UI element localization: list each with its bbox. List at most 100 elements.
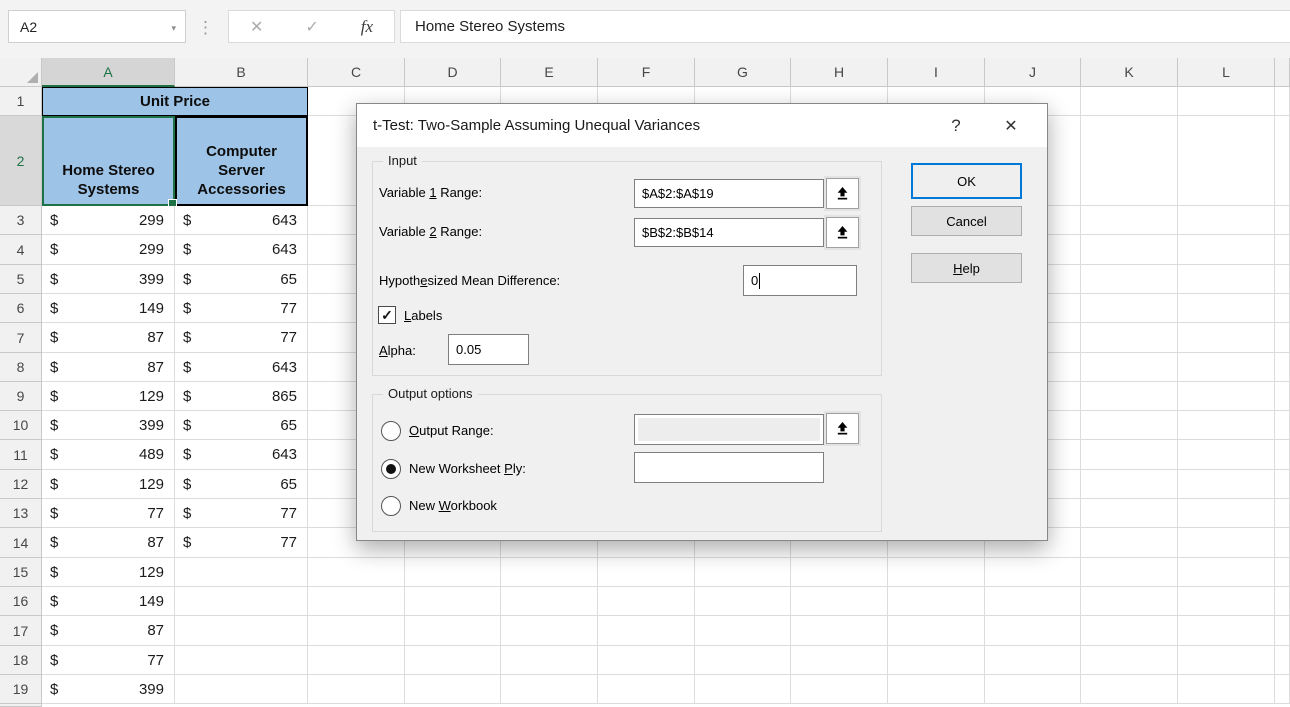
cell-b14[interactable]: $77 [175, 528, 308, 558]
row-header-4[interactable]: 4 [0, 235, 42, 265]
cell[interactable] [175, 558, 308, 587]
cell-b3[interactable]: $643 [175, 206, 308, 235]
cell[interactable] [791, 646, 888, 675]
cell[interactable] [501, 646, 598, 675]
cell[interactable] [501, 616, 598, 646]
row-header-7[interactable]: 7 [0, 323, 42, 353]
cell[interactable] [1178, 616, 1275, 646]
cell-b12[interactable]: $65 [175, 470, 308, 499]
cell[interactable] [1081, 116, 1178, 206]
cell[interactable] [598, 587, 695, 616]
cell[interactable] [1081, 235, 1178, 265]
column-header-f[interactable]: F [598, 58, 695, 87]
row-header-3[interactable]: 3 [0, 206, 42, 235]
cell-a10[interactable]: $399 [42, 411, 175, 440]
cell[interactable] [1081, 558, 1178, 587]
cell[interactable] [888, 616, 985, 646]
cell[interactable] [1275, 499, 1290, 528]
cell[interactable] [1178, 206, 1275, 235]
cell[interactable] [1178, 646, 1275, 675]
cell[interactable] [175, 646, 308, 675]
cell[interactable] [1275, 558, 1290, 587]
row-header-9[interactable]: 9 [0, 382, 42, 411]
cell[interactable] [1275, 294, 1290, 323]
cell[interactable] [175, 587, 308, 616]
cell-a19[interactable]: $399 [42, 675, 175, 704]
cell[interactable] [888, 558, 985, 587]
dialog-help-icon[interactable]: ? [929, 104, 983, 147]
cell[interactable] [1275, 382, 1290, 411]
cell[interactable] [1275, 470, 1290, 499]
cell-a6[interactable]: $149 [42, 294, 175, 323]
cell[interactable] [405, 587, 501, 616]
cell-b5[interactable]: $65 [175, 265, 308, 294]
row-header-18[interactable]: 18 [0, 646, 42, 675]
row-header-10[interactable]: 10 [0, 411, 42, 440]
cell[interactable] [175, 675, 308, 704]
cell[interactable] [791, 587, 888, 616]
cell-a16[interactable]: $149 [42, 587, 175, 616]
cell[interactable] [598, 558, 695, 587]
variable1-range-input[interactable]: $A$2:$A$19 [634, 179, 824, 208]
cell[interactable] [1081, 323, 1178, 353]
cell[interactable] [1275, 87, 1290, 116]
cell[interactable] [1081, 87, 1178, 116]
cell-b9[interactable]: $865 [175, 382, 308, 411]
cell-a12[interactable]: $129 [42, 470, 175, 499]
cell[interactable] [598, 675, 695, 704]
cell[interactable] [308, 616, 405, 646]
cell[interactable] [1275, 616, 1290, 646]
column-header-l[interactable]: L [1178, 58, 1275, 87]
cell-b2-header[interactable]: Computer Server Accessories [175, 116, 308, 206]
variable2-range-picker-button[interactable] [826, 217, 859, 248]
cell[interactable] [1081, 470, 1178, 499]
cell[interactable] [985, 646, 1081, 675]
cell[interactable] [1275, 235, 1290, 265]
variable2-range-input[interactable]: $B$2:$B$14 [634, 218, 824, 247]
cell[interactable] [598, 646, 695, 675]
column-header-h[interactable]: H [791, 58, 888, 87]
ok-button[interactable]: OK [911, 163, 1022, 199]
cell[interactable] [985, 616, 1081, 646]
cell[interactable] [1081, 411, 1178, 440]
cell-a13[interactable]: $77 [42, 499, 175, 528]
output-range-radio[interactable] [381, 421, 401, 441]
cell[interactable] [598, 616, 695, 646]
row-header-1[interactable]: 1 [0, 87, 42, 116]
new-workbook-radio[interactable] [381, 496, 401, 516]
cell[interactable] [405, 558, 501, 587]
row-header-2[interactable]: 2 [0, 116, 42, 206]
cell[interactable] [1081, 265, 1178, 294]
cell[interactable] [985, 558, 1081, 587]
cell-a4[interactable]: $299 [42, 235, 175, 265]
row-header-19[interactable]: 19 [0, 675, 42, 704]
cell[interactable] [405, 616, 501, 646]
cell[interactable] [695, 675, 791, 704]
cell-a2-header-selected[interactable]: Home Stereo Systems [42, 116, 175, 206]
cell[interactable] [1178, 470, 1275, 499]
cell-b4[interactable]: $643 [175, 235, 308, 265]
cell[interactable] [1275, 528, 1290, 558]
cell[interactable] [1275, 206, 1290, 235]
cell[interactable] [1081, 646, 1178, 675]
row-header-16[interactable]: 16 [0, 587, 42, 616]
cell[interactable] [791, 616, 888, 646]
cell[interactable] [1081, 440, 1178, 470]
cell[interactable] [1178, 353, 1275, 382]
cell[interactable] [695, 616, 791, 646]
cell[interactable] [1081, 675, 1178, 704]
cell-b10[interactable]: $65 [175, 411, 308, 440]
cell[interactable] [695, 587, 791, 616]
new-worksheet-radio[interactable] [381, 459, 401, 479]
cell[interactable] [1275, 587, 1290, 616]
cell[interactable] [1275, 675, 1290, 704]
cell[interactable] [791, 675, 888, 704]
cell-a18[interactable]: $77 [42, 646, 175, 675]
new-worksheet-input[interactable] [634, 452, 824, 483]
cell[interactable] [1178, 116, 1275, 206]
cell[interactable] [1081, 616, 1178, 646]
row-header-15[interactable]: 15 [0, 558, 42, 587]
select-all-corner[interactable] [0, 58, 42, 87]
cell[interactable] [985, 675, 1081, 704]
cell[interactable] [308, 587, 405, 616]
